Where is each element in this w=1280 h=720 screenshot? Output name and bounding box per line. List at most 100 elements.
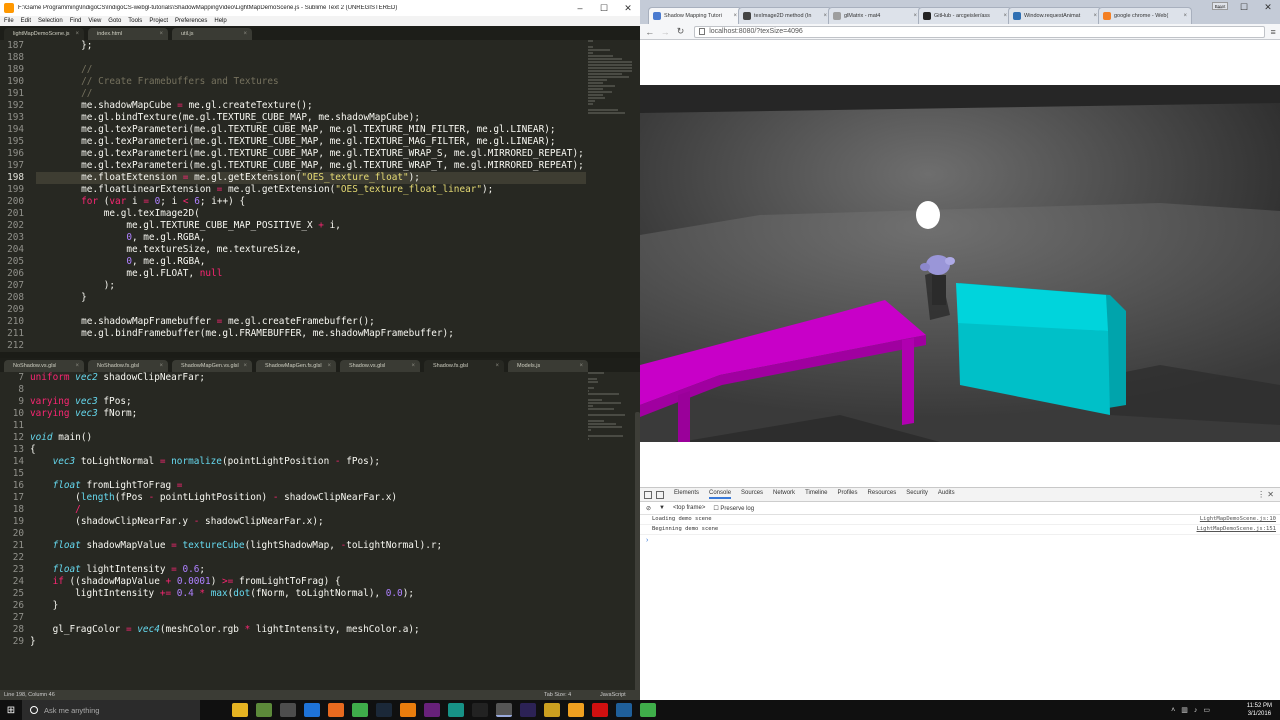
close-icon[interactable]: ✕ [616, 0, 640, 16]
code-line[interactable]: me.gl.texImage2D( [36, 208, 586, 220]
code-line[interactable]: }; [36, 40, 586, 52]
code-line[interactable]: } [36, 292, 586, 304]
devtools-tab-profiles[interactable]: Profiles [838, 490, 858, 499]
code-line[interactable]: me.gl.bindFramebuffer(me.gl.FRAMEBUFFER,… [36, 328, 586, 340]
tab-close-icon[interactable]: × [159, 363, 163, 369]
menu-item-file[interactable]: File [4, 18, 14, 24]
code-line[interactable] [36, 304, 586, 316]
menu-item-view[interactable]: View [88, 18, 101, 24]
code-line[interactable]: for (var i = 0; i < 6; i++) { [36, 196, 586, 208]
browser-tab[interactable]: GitHub - arcgeisler/ass × [918, 7, 1012, 24]
code-line[interactable]: me.gl.texParameteri(me.gl.TEXTURE_CUBE_M… [36, 136, 586, 148]
code-line[interactable]: // [36, 88, 586, 100]
code-line[interactable]: { [30, 444, 580, 456]
editor-tab[interactable]: NoShadow.vs.glsl × [4, 360, 84, 372]
top-editor-pane[interactable]: 187 188 189 190 191 192 193 194 195 196 197 198 199 2… [0, 40, 640, 352]
code-line[interactable]: ); [36, 280, 586, 292]
devtools-tab-resources[interactable]: Resources [868, 490, 897, 499]
code-line[interactable]: me.textureSize, me.textureSize, [36, 244, 586, 256]
device-mode-icon[interactable] [656, 490, 664, 499]
audacity-icon[interactable] [568, 703, 584, 717]
unity-icon[interactable] [472, 703, 488, 717]
code-line[interactable]: } [30, 600, 580, 612]
menu-item-selection[interactable]: Selection [38, 18, 63, 24]
code-line[interactable] [36, 340, 586, 352]
visual-studio-icon[interactable] [424, 703, 440, 717]
code-line[interactable]: me.gl.texParameteri(me.gl.TEXTURE_CUBE_M… [36, 124, 586, 136]
cortana-search-box[interactable]: Ask me anything [22, 700, 200, 720]
code-line[interactable]: / [30, 504, 580, 516]
code-line[interactable]: float lightIntensity = 0.6; [30, 564, 580, 576]
code-line[interactable] [30, 528, 580, 540]
volume-icon[interactable]: ♪ [1194, 707, 1198, 714]
code-line[interactable]: float fromLightToFrag = [30, 480, 580, 492]
browser-tab[interactable]: google chrome - Web(× [1098, 7, 1192, 24]
address-url[interactable]: localhost:8080/?texSize=4096 [709, 28, 803, 35]
code-area[interactable]: uniform vec2 shadowClipNearFar; varying v… [30, 372, 580, 648]
minimize-icon[interactable]: – [568, 0, 592, 16]
editor-tab[interactable]: ShadowMapGen.vs.glsl × [172, 360, 252, 372]
code-line[interactable]: me.shadowMapCube = me.gl.createTexture()… [36, 100, 586, 112]
console-source-link[interactable]: LightMapDemoScene.js:10 [1200, 516, 1276, 522]
tab-close-icon[interactable]: × [913, 13, 917, 19]
code-line[interactable]: lightIntensity += 0.4 * max(dot(fNorm, t… [30, 588, 580, 600]
code-line[interactable]: // [36, 64, 586, 76]
steam-icon[interactable] [376, 703, 392, 717]
inspect-icon[interactable] [644, 490, 652, 499]
tab-close-icon[interactable]: × [1003, 13, 1007, 19]
code-line[interactable]: me.gl.texParameteri(me.gl.TEXTURE_CUBE_M… [36, 148, 586, 160]
blender-icon[interactable] [400, 703, 416, 717]
tab-close-icon[interactable]: × [159, 31, 163, 37]
chrome-dev-icon[interactable] [640, 703, 656, 717]
forward-icon[interactable]: → [659, 26, 670, 38]
devtools-tab-timeline[interactable]: Timeline [805, 490, 827, 499]
photoshop-icon[interactable] [616, 703, 632, 717]
chrome-menu-icon[interactable]: ≡ [1271, 27, 1280, 37]
menu-item-edit[interactable]: Edit [21, 18, 31, 24]
edge-icon[interactable] [304, 703, 320, 717]
devtools-tab-security[interactable]: Security [906, 490, 928, 499]
clear-console-icon[interactable]: ⊘ [646, 505, 651, 512]
address-bar[interactable]: localhost:8080/?texSize=4096 [694, 25, 1265, 38]
close-icon[interactable]: ✕ [1256, 0, 1280, 14]
sublime-text-icon[interactable] [280, 703, 296, 717]
webgl-canvas[interactable] [640, 85, 1280, 442]
back-icon[interactable]: ← [644, 26, 655, 38]
task-view-icon[interactable] [208, 703, 224, 717]
code-line[interactable]: float shadowMapValue = textureCube(light… [30, 540, 580, 552]
tab-close-icon[interactable]: × [243, 363, 247, 369]
editor-tab[interactable]: lightMapDemoScene.js × [4, 28, 84, 40]
maximize-icon[interactable]: ☐ [592, 0, 616, 16]
code-line[interactable]: // Create Framebuffers and Textures [36, 76, 586, 88]
firefox-icon[interactable] [328, 703, 344, 717]
tab-close-icon[interactable]: × [75, 363, 79, 369]
windows-start-icon[interactable]: ⊞ [0, 700, 22, 720]
devtools-tab-sources[interactable]: Sources [741, 490, 763, 499]
code-line[interactable]: vec3 toLightNormal = normalize(pointLigh… [30, 456, 580, 468]
menu-item-tools[interactable]: Tools [128, 18, 142, 24]
browser-tab[interactable]: texImage2D method (In × [738, 7, 832, 24]
devtools-tab-network[interactable]: Network [773, 490, 795, 499]
editor-tab[interactable]: ShadowMapGen.fs.glsl × [256, 360, 336, 372]
status-syntax[interactable]: JavaScript [600, 692, 626, 698]
code-line[interactable]: } [30, 636, 580, 648]
tab-close-icon[interactable]: × [1183, 13, 1187, 19]
maximize-icon[interactable]: ☐ [1232, 0, 1256, 14]
preserve-log-checkbox[interactable]: ☐ Preserve log [713, 505, 762, 512]
editor-tab[interactable]: Shadow.fs.glsl × [424, 360, 504, 372]
bottom-editor-pane[interactable]: 7 8 9 10 11 12 13 14 15 16 17 18 19 20 21 22 23 24 25 26 27 2… [0, 372, 640, 690]
code-line[interactable]: void main() [30, 432, 580, 444]
browser-tab[interactable]: Window.requestAnimat × [1008, 7, 1102, 24]
filter-icon[interactable]: ▼ [659, 505, 665, 511]
tab-close-icon[interactable]: × [579, 363, 583, 369]
tab-close-icon[interactable]: × [327, 363, 331, 369]
eclipse-icon[interactable] [520, 703, 536, 717]
notifications-icon[interactable]: ▭ [1203, 706, 1210, 714]
gitkraken-icon[interactable] [448, 703, 464, 717]
menu-item-preferences[interactable]: Preferences [175, 18, 207, 24]
code-line[interactable]: me.gl.FLOAT, null [36, 268, 586, 280]
code-line[interactable]: me.gl.texParameteri(me.gl.TEXTURE_CUBE_M… [36, 160, 586, 172]
browser-tab[interactable]: Shadow Mapping Tutori × [648, 7, 742, 24]
code-line[interactable] [30, 612, 580, 624]
code-line[interactable]: me.gl.bindTexture(me.gl.TEXTURE_CUBE_MAP… [36, 112, 586, 124]
